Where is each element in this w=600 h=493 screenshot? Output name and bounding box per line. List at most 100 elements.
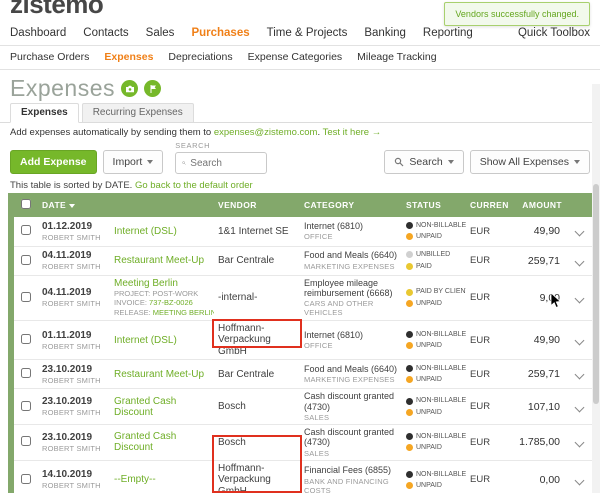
toolbar-right: Search Show All Expenses <box>384 150 590 174</box>
payment-status-dot <box>406 444 413 451</box>
import-button[interactable]: Import <box>103 150 164 174</box>
expense-title-link[interactable]: --Empty-- <box>114 474 210 485</box>
chevron-down-icon[interactable] <box>575 475 585 485</box>
expense-vendor: Bar Centrale <box>218 369 296 381</box>
row-checkbox[interactable] <box>21 225 31 235</box>
header-vendor[interactable]: VENDOR <box>214 193 300 217</box>
expense-title-link[interactable]: Restaurant Meet-Up <box>114 255 210 266</box>
row-checkbox[interactable] <box>21 401 31 411</box>
row-checkbox[interactable] <box>21 368 31 378</box>
expense-amount: 0,00 <box>508 460 566 493</box>
table-header-row: DATE VENDOR CATEGORY STATUS CURRENCY AMO… <box>14 193 592 217</box>
nav-item-contacts[interactable]: Contacts <box>83 27 128 39</box>
expense-category: Cash discount granted (4730) <box>304 391 398 412</box>
expense-category-group: CARS AND OTHER VEHICLES <box>304 299 398 317</box>
expense-category: Internet (6810) <box>304 221 398 231</box>
expense-submitter: ROBERT SMITH <box>42 299 106 308</box>
default-order-link[interactable]: Go back to the default order <box>135 180 253 191</box>
expense-title-link[interactable]: Internet (DSL) <box>114 226 210 237</box>
caret-down-icon <box>147 160 153 164</box>
nav-item-purchases[interactable]: Purchases <box>191 27 249 39</box>
expense-title-link[interactable]: Restaurant Meet-Up <box>114 369 210 380</box>
tab-expenses[interactable]: Expenses <box>10 103 79 123</box>
search-input[interactable] <box>190 158 260 169</box>
expense-category-group: SALES <box>304 449 398 458</box>
test-it-here-link[interactable]: Test it here → <box>323 127 382 138</box>
success-toast: Vendors successfully changed. <box>444 2 590 26</box>
subnav-item-expense-categories[interactable]: Expense Categories <box>248 51 343 63</box>
header-description <box>110 193 214 217</box>
payment-status-label: UNPAID <box>416 374 442 385</box>
subnav-item-mileage-tracking[interactable]: Mileage Tracking <box>357 51 436 63</box>
nav-item-time-projects[interactable]: Time & Projects <box>267 27 348 39</box>
header-date[interactable]: DATE <box>38 193 110 217</box>
header-category[interactable]: CATEGORY <box>300 193 402 217</box>
expense-amount: 259,71 <box>508 360 566 389</box>
flag-icon[interactable] <box>144 80 161 97</box>
show-all-expenses-dropdown[interactable]: Show All Expenses <box>470 150 590 174</box>
expense-title-link[interactable]: Internet (DSL) <box>114 335 210 346</box>
expense-submitter: ROBERT SMITH <box>42 262 106 271</box>
expense-category: Cash discount granted (4730) <box>304 427 398 448</box>
add-expense-button[interactable]: Add Expense <box>10 150 97 174</box>
chevron-down-icon[interactable] <box>575 438 585 448</box>
row-checkbox[interactable] <box>21 474 31 484</box>
search-icon <box>394 157 404 167</box>
nav-item-banking[interactable]: Banking <box>364 27 406 39</box>
payment-status-dot <box>406 376 413 383</box>
billing-status-label: NON-BILLABLE <box>416 329 466 340</box>
payment-status-dot <box>406 409 413 416</box>
expense-title-link[interactable]: Granted Cash Discount <box>114 431 210 453</box>
release-value[interactable]: MEETING BERLIN <box>153 308 214 317</box>
table-row: 04.11.2019ROBERT SMITH Restaurant Meet-U… <box>14 246 592 275</box>
search-filter-button-label: Search <box>409 156 442 168</box>
row-checkbox[interactable] <box>21 436 31 446</box>
nav-item-reporting[interactable]: Reporting <box>423 27 473 39</box>
chevron-down-icon[interactable] <box>575 256 585 266</box>
expense-date: 01.11.2019 <box>42 330 106 341</box>
header-category-label: CATEGORY <box>304 200 354 210</box>
vertical-scrollbar[interactable] <box>592 84 600 493</box>
chevron-down-icon[interactable] <box>575 293 585 303</box>
expense-vendor: Bosch <box>218 401 296 413</box>
header-status[interactable]: STATUS <box>402 193 466 217</box>
table-row: 23.10.2019ROBERT SMITH Granted Cash Disc… <box>14 389 592 425</box>
row-checkbox[interactable] <box>21 292 31 302</box>
nav-item-sales[interactable]: Sales <box>146 27 175 39</box>
expense-date: 23.10.2019 <box>42 396 106 407</box>
camera-icon[interactable] <box>121 80 138 97</box>
billing-status-label: NON-BILLABLE <box>416 395 466 406</box>
tab-recurring-expenses[interactable]: Recurring Expenses <box>82 103 194 123</box>
row-checkbox[interactable] <box>21 255 31 265</box>
payment-status-label: UNPAID <box>416 407 442 418</box>
expenses-table: DATE VENDOR CATEGORY STATUS CURRENCY AMO… <box>14 193 592 493</box>
search-group: SEARCH <box>175 141 267 174</box>
chevron-down-icon[interactable] <box>575 336 585 346</box>
page-header: Expenses <box>0 70 600 102</box>
subnav-item-purchase-orders[interactable]: Purchase Orders <box>10 51 89 63</box>
subnav-item-expenses[interactable]: Expenses <box>104 51 153 63</box>
nav-item-dashboard[interactable]: Dashboard <box>10 27 66 39</box>
scrollbar-thumb[interactable] <box>593 184 599 404</box>
caret-down-icon <box>448 160 454 164</box>
billing-status-label: NON-BILLABLE <box>416 220 466 231</box>
hint-email-link[interactable]: expenses@zistemo.com <box>214 127 318 138</box>
payment-status-label: UNPAID <box>416 231 442 242</box>
chevron-down-icon[interactable] <box>575 227 585 237</box>
expense-date: 04.11.2019 <box>42 287 106 298</box>
select-all-checkbox[interactable] <box>21 199 31 209</box>
search-field-label: SEARCH <box>175 141 267 150</box>
chevron-down-icon[interactable] <box>575 402 585 412</box>
header-amount[interactable]: AMOUNT <box>508 193 566 217</box>
row-checkbox[interactable] <box>21 334 31 344</box>
search-filter-button[interactable]: Search <box>384 150 463 174</box>
billing-status-label: NON-BILLABLE <box>416 431 466 442</box>
header-currency[interactable]: CURRENCY <box>466 193 508 217</box>
subnav-item-depreciations[interactable]: Depreciations <box>168 51 232 63</box>
nav-item-quick-toolbox[interactable]: Quick Toolbox <box>518 27 590 39</box>
expense-submitter: ROBERT SMITH <box>42 444 106 453</box>
expense-title-link[interactable]: Meeting Berlin <box>114 278 210 289</box>
expense-title-link[interactable]: Granted Cash Discount <box>114 396 210 418</box>
invoice-value[interactable]: 737-BZ-0026 <box>149 298 193 307</box>
chevron-down-icon[interactable] <box>575 370 585 380</box>
